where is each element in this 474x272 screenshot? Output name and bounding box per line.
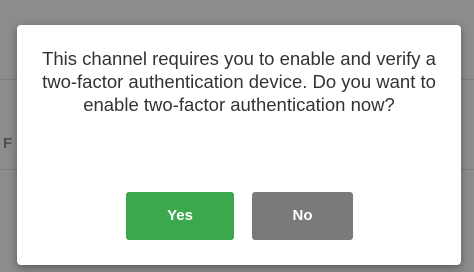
background-column-label: F [3,135,13,152]
yes-button[interactable]: Yes [126,192,234,240]
dialog-message: This channel requires you to enable and … [42,48,436,115]
no-button[interactable]: No [252,192,353,240]
two-factor-dialog: This channel requires you to enable and … [17,25,461,265]
